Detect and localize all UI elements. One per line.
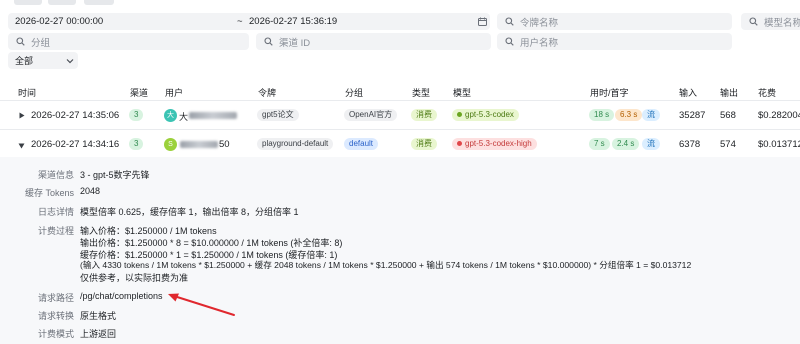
- col-group: 分组: [345, 88, 364, 98]
- collapse-row-icon[interactable]: [18, 141, 25, 152]
- channel-badge: 3: [129, 138, 144, 150]
- group-tag: OpenAI官方: [344, 109, 398, 121]
- channel-id-input[interactable]: 渠道 ID: [256, 33, 491, 50]
- search-icon: [504, 16, 515, 27]
- group-input[interactable]: 分组: [8, 33, 249, 50]
- user-name-redacted: [180, 141, 218, 148]
- cache-tokens-value: 2048: [80, 186, 101, 196]
- col-output: 输出: [720, 88, 739, 98]
- user-name-visible: 50: [219, 139, 230, 150]
- col-cost: 花费: [758, 88, 777, 98]
- calendar-icon[interactable]: [477, 16, 488, 27]
- date-separator: ~: [237, 16, 243, 27]
- toolbar-button-1[interactable]: [14, 0, 42, 5]
- first-token-tag: 6.3 s: [615, 109, 643, 121]
- token-tag: gpt5论文: [257, 109, 299, 121]
- col-model: 模型: [453, 88, 472, 98]
- search-icon: [15, 36, 26, 47]
- model-dot-icon: [457, 112, 462, 118]
- token-name-placeholder: 令牌名称: [520, 17, 559, 29]
- duration-tag: 7 s: [589, 138, 610, 150]
- stream-tag: 流: [642, 138, 660, 150]
- output-tokens: 568: [720, 110, 736, 121]
- model-name-input[interactable]: 模型名称: [741, 13, 800, 30]
- start-time: 2026-02-27 00:00:00: [15, 16, 104, 27]
- cost: $0.013712: [758, 139, 800, 150]
- cache-tokens-label: 缓存 Tokens: [24, 188, 74, 198]
- col-user: 用户: [165, 88, 184, 98]
- type-tag: 消费: [411, 109, 437, 121]
- output-tokens: 574: [720, 139, 736, 150]
- model-dot-icon: [457, 141, 462, 147]
- date-range-picker[interactable]: 2026-02-27 00:00:00 ~ 2026-02-27 15:36:1…: [8, 13, 490, 30]
- header-divider: [0, 100, 800, 101]
- log-type-select[interactable]: 全部: [8, 52, 78, 69]
- channel-id-placeholder: 渠道 ID: [279, 37, 311, 49]
- billing-mode-value: 上游返回: [80, 329, 117, 339]
- model-name-placeholder: 模型名称: [764, 17, 800, 29]
- col-time: 时间: [18, 88, 37, 98]
- username-placeholder: 用户名称: [520, 37, 559, 49]
- annotation-arrow-icon: [168, 293, 235, 316]
- user-avatar: 大: [164, 109, 177, 122]
- search-icon: [504, 36, 515, 47]
- channel-info-value: 3 - gpt-5数字先锋: [80, 170, 150, 180]
- row-divider: [0, 129, 800, 130]
- input-tokens: 6378: [679, 139, 701, 150]
- col-input: 输入: [679, 88, 698, 98]
- stream-tag: 流: [642, 109, 660, 121]
- token-tag: playground-default: [257, 138, 334, 150]
- chevron-down-icon: [64, 55, 75, 66]
- col-token: 令牌: [258, 88, 277, 98]
- duration-tag: 18 s: [589, 109, 615, 121]
- toolbar-button-2[interactable]: [48, 0, 76, 5]
- toolbar-button-3[interactable]: [84, 0, 114, 5]
- user-name-redacted: [189, 112, 237, 119]
- model-name: gpt-5.3-codex: [465, 110, 514, 119]
- user-avatar: S: [164, 138, 177, 151]
- search-icon: [748, 16, 759, 27]
- model-tag: gpt-5.3-codex-high: [452, 138, 537, 150]
- channel-badge: 3: [129, 109, 144, 121]
- expand-row-icon[interactable]: [19, 111, 25, 122]
- billing-line: (输入 4330 tokens / 1M tokens * $1.250000 …: [80, 260, 692, 270]
- group-tag: default: [344, 138, 379, 150]
- token-name-input[interactable]: 令牌名称: [497, 13, 732, 30]
- cost: $0.282004: [758, 110, 800, 121]
- billing-process-label: 计费过程: [37, 226, 74, 236]
- request-convert-value: 原生格式: [80, 311, 117, 321]
- model-tag: gpt-5.3-codex: [452, 109, 519, 121]
- channel-info-label: 渠道信息: [37, 170, 74, 180]
- user-name-visible: 大: [179, 112, 189, 122]
- log-type-value: 全部: [15, 56, 34, 66]
- end-time: 2026-02-27 15:36:19: [249, 16, 338, 27]
- model-name: gpt-5.3-codex-high: [465, 139, 532, 148]
- username-input[interactable]: 用户名称: [497, 33, 732, 50]
- billing-note: 仅供参考，以实际扣费为准: [80, 273, 189, 283]
- col-channel: 渠道: [130, 88, 149, 98]
- row-time: 2026-02-27 14:34:16: [31, 139, 120, 150]
- group-placeholder: 分组: [31, 37, 51, 49]
- type-tag: 消费: [411, 138, 437, 150]
- input-tokens: 35287: [679, 110, 706, 121]
- first-token-tag: 2.4 s: [612, 138, 640, 150]
- request-convert-label: 请求转换: [37, 311, 74, 321]
- col-duration: 用时/首字: [590, 88, 629, 98]
- request-path-value: /pg/chat/completions: [80, 291, 163, 301]
- search-icon: [263, 36, 274, 47]
- billing-mode-label: 计费模式: [37, 329, 74, 339]
- log-detail-value: 模型倍率 0.625，缓存倍率 1，输出倍率 8，分组倍率 1: [80, 207, 299, 217]
- request-path-label: 请求路径: [37, 293, 74, 303]
- log-detail-label: 日志详情: [37, 207, 74, 217]
- col-type: 类型: [412, 88, 431, 98]
- row-time: 2026-02-27 14:35:06: [31, 110, 120, 121]
